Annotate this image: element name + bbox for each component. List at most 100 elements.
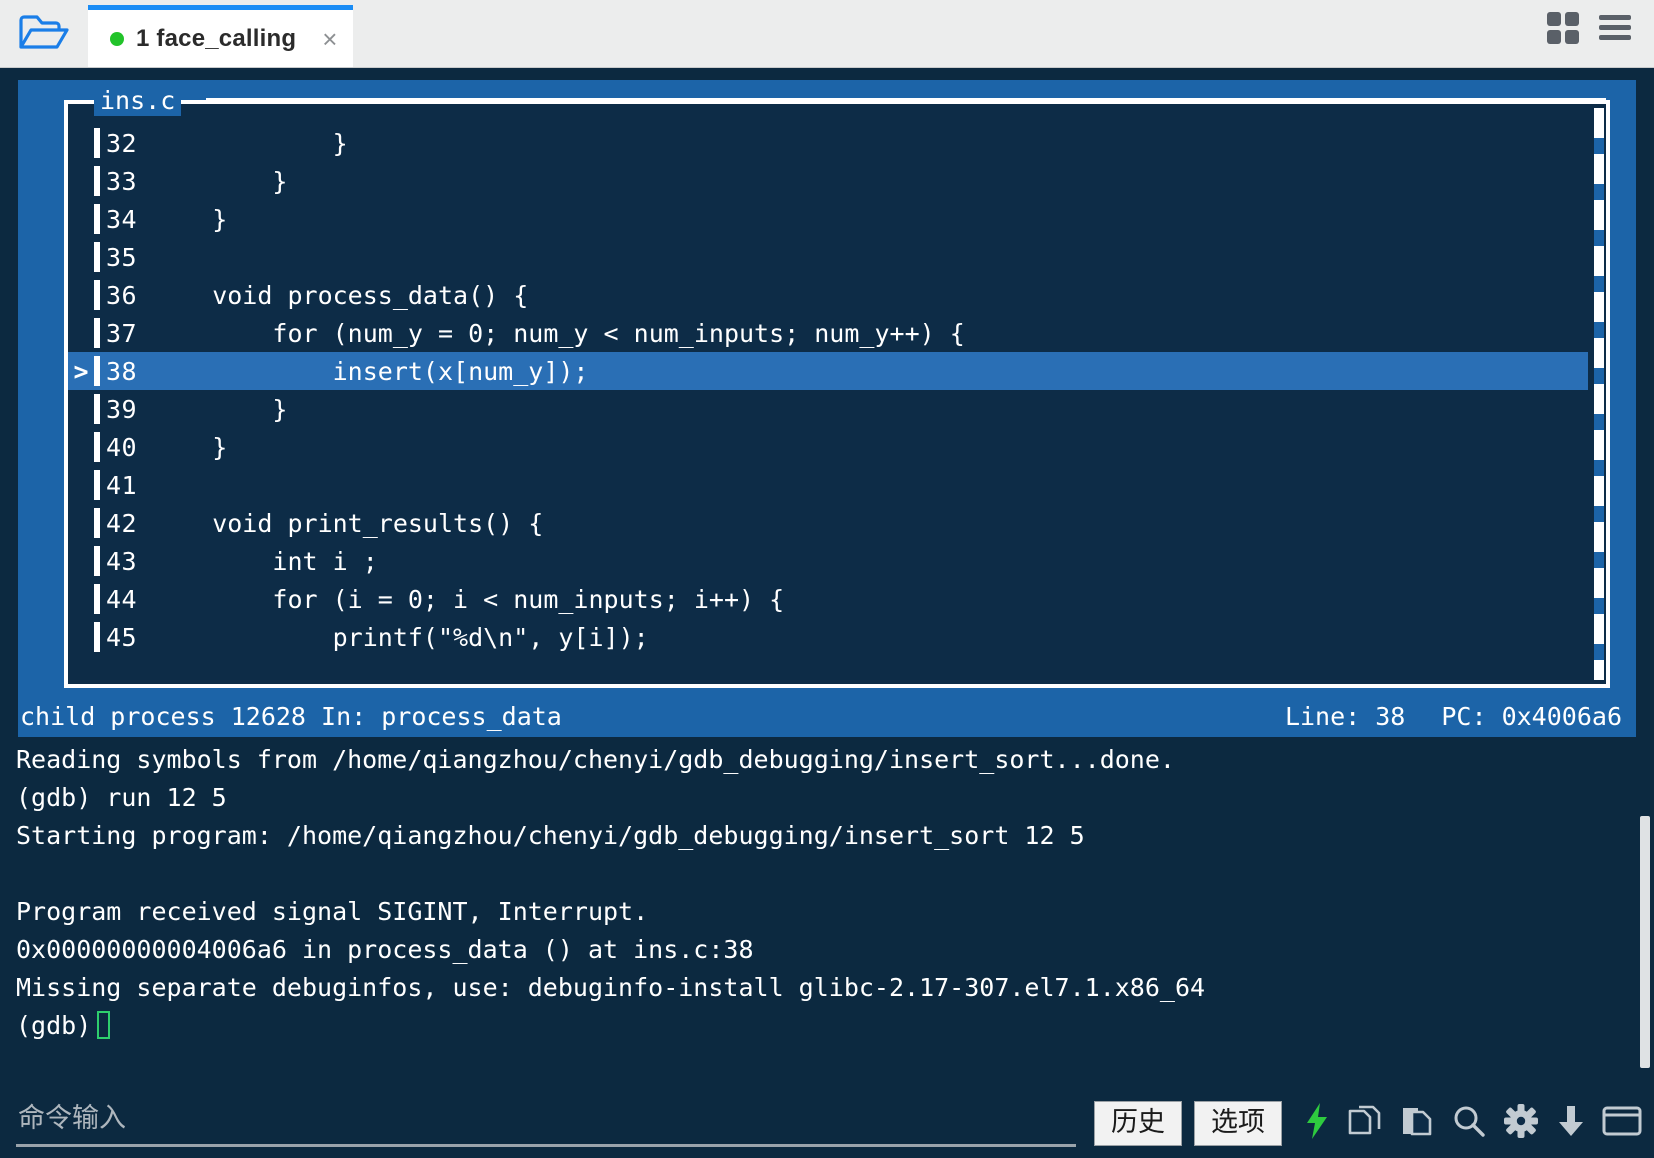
lightning-bolt-icon[interactable] — [1302, 1102, 1332, 1144]
code-line[interactable]: 32 } — [68, 124, 1588, 162]
gutter-bar — [94, 166, 100, 196]
code-area[interactable]: 32 } 33 } 34 } 35 36 void process_data() {37… — [68, 124, 1588, 670]
code-line[interactable]: 36 void process_data() { — [68, 276, 1588, 314]
gutter-bar — [94, 242, 100, 272]
line-number: 44 — [106, 584, 138, 614]
gutter-bar — [94, 546, 100, 576]
debugger-status-bar: child process 12628 In: process_data Lin… — [18, 695, 1636, 737]
hamburger-menu-icon[interactable] — [1598, 11, 1632, 49]
code-line[interactable]: 37 for (num_y = 0; num_y < num_inputs; n… — [68, 314, 1588, 352]
source-scrollbar[interactable] — [1594, 108, 1604, 680]
gutter-bar — [94, 622, 100, 652]
line-number: 39 — [106, 394, 138, 424]
search-icon[interactable] — [1450, 1102, 1488, 1144]
code-line[interactable]: 35 — [68, 238, 1588, 276]
open-folder-icon — [18, 13, 70, 53]
gdb-console[interactable]: Reading symbols from /home/qiangzhou/che… — [0, 737, 1654, 1107]
line-number: 38 — [106, 356, 152, 386]
console-line: Program received signal SIGINT, Interrup… — [16, 897, 649, 926]
line-number: 43 — [106, 546, 138, 576]
open-folder-button[interactable] — [0, 0, 88, 67]
code-text: void process_data() { — [152, 280, 529, 310]
status-position-info: Line: 38 PC: 0x4006a6 — [1285, 702, 1622, 731]
status-process-info: child process 12628 In: process_data — [20, 701, 562, 731]
tab-bar: 1 face_calling × — [0, 0, 1654, 68]
code-text: } — [152, 432, 228, 462]
code-line[interactable]: 39 } — [68, 390, 1588, 428]
gutter-bar — [94, 204, 100, 234]
code-line[interactable]: 34 } — [68, 200, 1588, 238]
options-button[interactable]: 选项 — [1194, 1100, 1282, 1146]
gutter-bar — [94, 318, 100, 348]
gutter-bar — [94, 508, 100, 538]
code-text: for (i = 0; i < num_inputs; i++) { — [152, 584, 785, 614]
command-input[interactable] — [16, 1099, 1076, 1147]
gutter-bar — [94, 128, 100, 158]
close-icon[interactable]: × — [322, 26, 337, 52]
line-number: 42 — [106, 508, 138, 538]
code-text: for (num_y = 0; num_y < num_inputs; num_… — [152, 318, 965, 348]
tab-face-calling[interactable]: 1 face_calling × — [88, 5, 354, 67]
gutter-bar — [94, 280, 100, 310]
code-text: } — [152, 204, 228, 234]
console-line: Missing separate debuginfos, use: debugi… — [16, 973, 1206, 1002]
prompt-text: (gdb) — [16, 1011, 92, 1040]
code-text: } — [152, 128, 348, 158]
status-pc: PC: 0x4006a6 — [1441, 701, 1622, 731]
tab-bar-actions — [1546, 11, 1654, 67]
line-number: 41 — [106, 470, 138, 500]
status-line: Line: 38 — [1284, 701, 1406, 731]
source-title-rule — [206, 98, 1606, 102]
source-frame: ins.c 32 } 33 } 34 } 35 36 void process_data… — [64, 86, 1610, 688]
code-text: } — [152, 394, 288, 424]
gutter-bar — [94, 584, 100, 614]
code-text: void print_results() { — [152, 508, 544, 538]
window-icon[interactable] — [1602, 1104, 1642, 1142]
line-number: 35 — [106, 242, 138, 272]
code-line[interactable]: 42 void print_results() { — [68, 504, 1588, 542]
console-line: (gdb) run 12 5 — [16, 783, 227, 812]
gutter-bar — [94, 356, 100, 386]
code-text: } — [152, 166, 288, 196]
copy-icon[interactable] — [1346, 1102, 1384, 1144]
code-line[interactable]: 40 } — [68, 428, 1588, 466]
gutter-bar — [94, 394, 100, 424]
console-prompt: (gdb) — [16, 1007, 1654, 1045]
line-number: 34 — [106, 204, 138, 234]
source-filename: ins.c — [94, 86, 182, 116]
gutter-bar — [94, 432, 100, 462]
history-button[interactable]: 历史 — [1094, 1100, 1182, 1146]
code-line[interactable]: 41 — [68, 466, 1588, 504]
text-cursor — [97, 1011, 111, 1039]
line-number: 32 — [106, 128, 138, 158]
line-number: 37 — [106, 318, 138, 348]
download-arrow-icon[interactable] — [1554, 1102, 1588, 1144]
code-line[interactable]: 43 int i ; — [68, 542, 1588, 580]
console-line: 0x00000000004006a6 in process_data () at… — [16, 935, 754, 964]
code-line[interactable]: 33 } — [68, 162, 1588, 200]
console-scrollbar[interactable] — [1640, 816, 1650, 1068]
console-line: Starting program: /home/qiangzhou/chenyi… — [16, 821, 1085, 850]
code-text: int i ; — [152, 546, 378, 576]
paste-icon[interactable] — [1398, 1102, 1436, 1144]
code-text: insert(x[num_y]); — [152, 356, 595, 386]
gutter-bar — [94, 470, 100, 500]
command-bar: 历史 选项 — [0, 1088, 1654, 1158]
line-number: 45 — [106, 622, 138, 652]
code-line[interactable]: 44 for (i = 0; i < num_inputs; i++) { — [68, 580, 1588, 618]
tab-status-dot — [110, 31, 124, 46]
gear-icon[interactable] — [1502, 1102, 1540, 1144]
line-number: 40 — [106, 432, 138, 462]
tab-label: 1 face_calling — [136, 24, 297, 52]
command-bar-icons — [1294, 1102, 1642, 1144]
console-line: Reading symbols from /home/qiangzhou/che… — [16, 745, 1175, 774]
source-panel: ins.c 32 } 33 } 34 } 35 36 void process_data… — [18, 80, 1636, 695]
code-text: printf("%d\n", y[i]); — [152, 622, 649, 652]
line-number: 33 — [106, 166, 138, 196]
line-number: 36 — [106, 280, 138, 310]
code-line[interactable]: >38 insert(x[num_y]); — [68, 352, 1588, 390]
grid-view-icon[interactable] — [1546, 11, 1580, 49]
debugger-stage: ins.c 32 } 33 } 34 } 35 36 void process_data… — [0, 68, 1654, 1158]
code-line[interactable]: 45 printf("%d\n", y[i]); — [68, 618, 1588, 656]
